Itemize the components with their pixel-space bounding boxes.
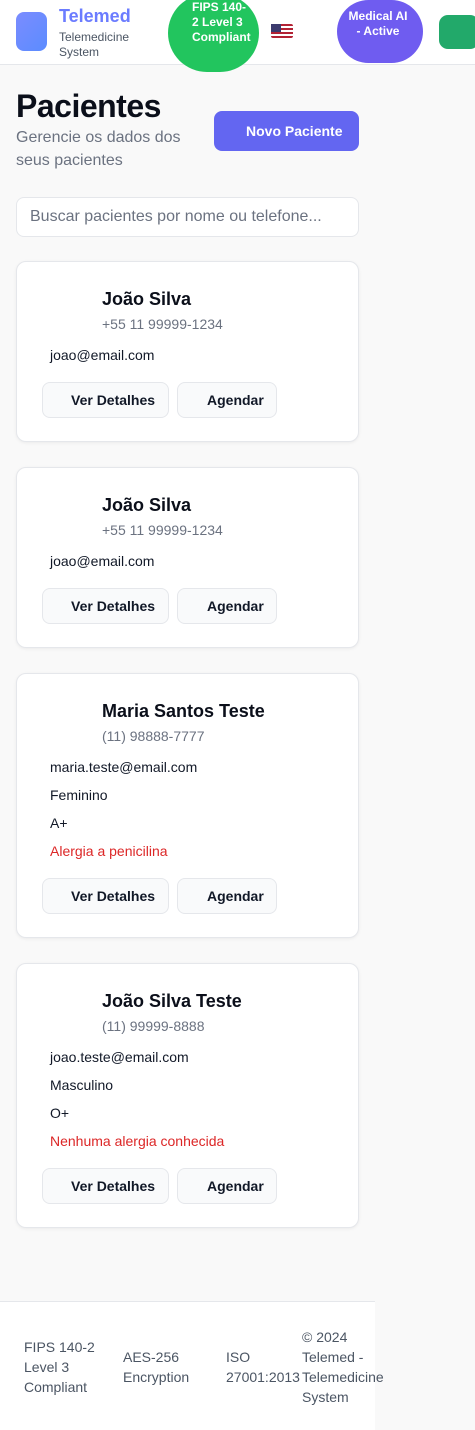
patient-card: Maria Santos Teste (11) 98888-7777 maria… bbox=[16, 673, 359, 938]
patient-email: joao.teste@email.com bbox=[50, 1049, 189, 1065]
schedule-button[interactable]: Agendar bbox=[177, 878, 277, 914]
schedule-button[interactable]: Agendar bbox=[177, 1168, 277, 1204]
patient-gender: Feminino bbox=[50, 787, 108, 803]
patient-phone: (11) 99999-8888 bbox=[102, 1018, 205, 1034]
patient-blood-type: O+ bbox=[50, 1105, 70, 1121]
view-details-button[interactable]: Ver Detalhes bbox=[42, 878, 169, 914]
schedule-button[interactable]: Agendar bbox=[177, 382, 277, 418]
new-patient-button[interactable]: Novo Paciente bbox=[214, 111, 359, 151]
patient-blood-type: A+ bbox=[50, 815, 68, 831]
patient-phone: (11) 98888-7777 bbox=[102, 728, 205, 744]
patient-card: João Silva +55 11 99999-1234 joao@email.… bbox=[16, 261, 359, 442]
page-footer: FIPS 140-2 Level 3 Compliant AES-256 Enc… bbox=[0, 1301, 384, 1430]
patient-card: João Silva Teste (11) 99999-8888 joao.te… bbox=[16, 963, 359, 1228]
us-flag-icon[interactable] bbox=[271, 24, 293, 38]
page-subtitle: Gerencie os dados dos seus pacientes bbox=[16, 129, 181, 169]
top-header: Telemed Telemedicine System FIPS 140-2 L… bbox=[0, 0, 475, 72]
logo-icon[interactable] bbox=[16, 12, 47, 51]
patient-name: Maria Santos Teste bbox=[102, 701, 265, 721]
patient-phone: +55 11 99999-1234 bbox=[102, 522, 223, 538]
patient-email: maria.teste@email.com bbox=[50, 759, 198, 775]
medical-ai-status-badge[interactable]: Medical AI - Active bbox=[337, 0, 423, 63]
fips-compliance-badge: FIPS 140-2 Level 3 Compliant bbox=[168, 0, 259, 72]
page-title: Pacientes bbox=[16, 88, 161, 124]
patient-gender: Masculino bbox=[50, 1077, 114, 1093]
view-details-button[interactable]: Ver Detalhes bbox=[42, 382, 169, 418]
patient-allergy: Nenhuma alergia conhecida bbox=[50, 1133, 225, 1149]
patient-email: joao@email.com bbox=[50, 553, 155, 569]
view-details-button[interactable]: Ver Detalhes bbox=[42, 588, 169, 624]
footer-encryption: AES-256 Encryption bbox=[123, 1349, 190, 1385]
patient-card: João Silva +55 11 99999-1234 joao@email.… bbox=[16, 467, 359, 648]
footer-iso: ISO 27001:2013 bbox=[226, 1349, 300, 1385]
brand-name: Telemed bbox=[59, 6, 131, 26]
user-menu-button[interactable] bbox=[439, 15, 475, 49]
patient-search-input[interactable] bbox=[16, 197, 359, 237]
brand-subtitle: Telemedicine System bbox=[59, 30, 130, 59]
fips-badge-label: FIPS 140-2 Level 3 Compliant bbox=[192, 0, 251, 44]
patient-name: João Silva bbox=[102, 289, 192, 309]
patient-name: João Silva bbox=[102, 495, 192, 515]
patient-name: João Silva Teste bbox=[102, 991, 242, 1011]
schedule-button[interactable]: Agendar bbox=[177, 588, 277, 624]
footer-copyright: © 2024 Telemed - Telemedicine System bbox=[302, 1329, 384, 1405]
patient-allergy: Alergia a penicilina bbox=[50, 843, 168, 859]
ai-badge-label: Medical AI - Active bbox=[348, 9, 408, 38]
patient-phone: +55 11 99999-1234 bbox=[102, 316, 223, 332]
footer-fips: FIPS 140-2 Level 3 Compliant bbox=[24, 1339, 95, 1395]
view-details-button[interactable]: Ver Detalhes bbox=[42, 1168, 169, 1204]
patient-email: joao@email.com bbox=[50, 347, 155, 363]
